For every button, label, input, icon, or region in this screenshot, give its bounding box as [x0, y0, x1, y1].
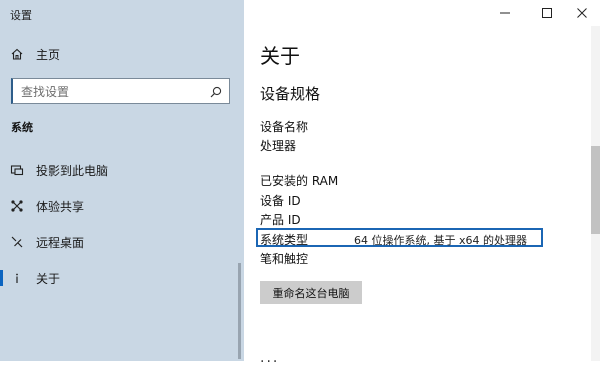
- section-title: 设备规格: [260, 85, 321, 103]
- spec-label-processor: 处理器: [260, 139, 297, 153]
- close-icon: [576, 4, 588, 23]
- spec-label-product-id: 产品 ID: [260, 213, 301, 227]
- sidebar: 设置 主页 系统: [0, 0, 244, 361]
- search-input[interactable]: [19, 83, 203, 101]
- next-section-heading: ...: [260, 350, 280, 366]
- sidebar-item-label: 投影到此电脑: [36, 163, 109, 178]
- maximize-icon: [541, 4, 553, 23]
- minimize-button[interactable]: [487, 0, 523, 26]
- sidebar-item-label: 关于: [36, 271, 61, 286]
- page-title: 关于: [260, 44, 300, 68]
- maximize-button[interactable]: [529, 0, 565, 26]
- sidebar-item-shared-experiences[interactable]: 体验共享: [0, 194, 244, 218]
- minimize-icon: [499, 4, 511, 23]
- projector-icon: [10, 163, 24, 177]
- sidebar-item-project-to-pc[interactable]: 投影到此电脑: [0, 158, 244, 182]
- spec-label-device-name: 设备名称: [260, 120, 309, 134]
- sidebar-item-label: 体验共享: [36, 199, 85, 214]
- home-icon: [10, 47, 24, 61]
- spec-label-device-id: 设备 ID: [260, 194, 301, 208]
- sidebar-item-label: 主页: [36, 47, 61, 62]
- main-scrollbar-thumb[interactable]: [591, 146, 600, 234]
- sidebar-scrollbar[interactable]: [238, 263, 241, 359]
- spec-label-ram: 已安装的 RAM: [260, 174, 339, 188]
- section-header: 系统: [11, 121, 33, 134]
- sidebar-item-label: 远程桌面: [36, 235, 85, 250]
- remote-desktop-icon: [10, 235, 24, 249]
- spec-label-system-type: 系统类型: [260, 233, 309, 247]
- window-title: 设置: [10, 9, 32, 22]
- rename-pc-button[interactable]: 重命名这台电脑: [260, 281, 362, 304]
- sidebar-item-about[interactable]: 关于: [0, 266, 244, 290]
- share-icon: [10, 199, 24, 213]
- main-panel: 关于 设备规格 设备名称 处理器 已安装的 RAM 设备 ID 产品 ID 系统…: [244, 0, 600, 366]
- spec-label-pen-touch: 笔和触控: [260, 252, 309, 266]
- search-icon[interactable]: [209, 84, 223, 98]
- info-icon: [10, 271, 24, 285]
- close-button[interactable]: [564, 0, 600, 26]
- sidebar-item-home[interactable]: 主页: [0, 42, 244, 66]
- settings-window: 设置 主页 系统: [0, 0, 600, 366]
- sidebar-item-remote-desktop[interactable]: 远程桌面: [0, 230, 244, 254]
- spec-value-system-type: 64 位操作系统, 基于 x64 的处理器: [354, 234, 527, 247]
- search-box[interactable]: [11, 78, 230, 104]
